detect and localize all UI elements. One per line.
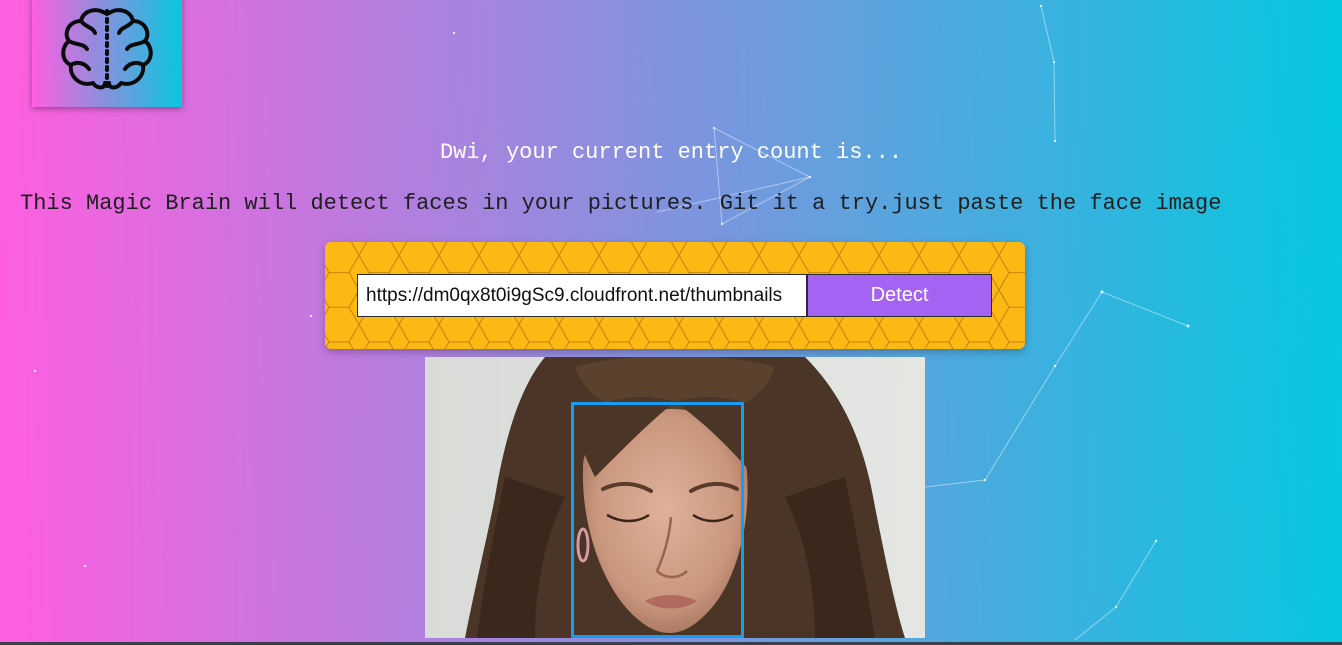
logo-card[interactable] xyxy=(32,0,182,107)
face-photo xyxy=(425,357,925,638)
brain-icon xyxy=(61,7,153,89)
intro-text: This Magic Brain will detect faces in yo… xyxy=(20,191,1222,216)
rank-message: Dwi, your current entry count is... xyxy=(439,140,903,165)
image-url-input[interactable] xyxy=(357,274,807,317)
detect-button[interactable]: Detect xyxy=(807,274,992,317)
face-bounding-box xyxy=(571,402,744,638)
image-link-form: Detect xyxy=(325,242,1025,349)
